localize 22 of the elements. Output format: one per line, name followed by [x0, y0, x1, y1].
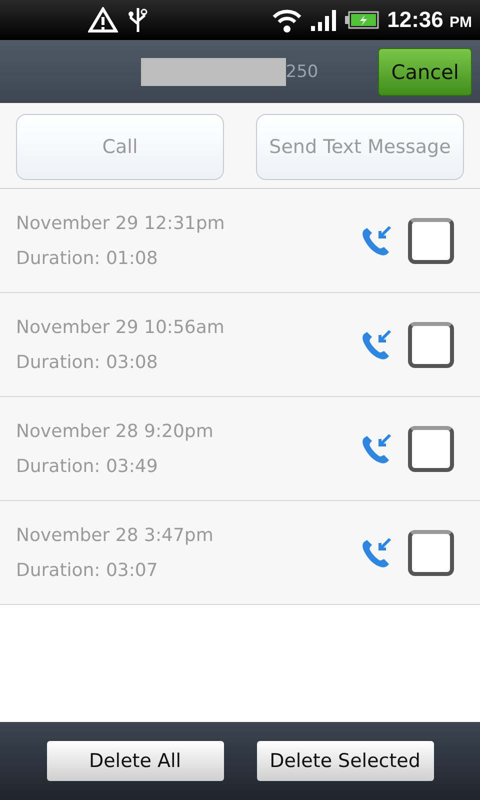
contact-title: 250 [286, 62, 318, 82]
call-duration: Duration: 01:08 [16, 248, 159, 268]
checkbox[interactable] [408, 218, 454, 264]
call-duration: Duration: 03:08 [16, 352, 159, 372]
delete-button[interactable]: Delete All [46, 741, 224, 781]
call-date: November 29 12:31pm [16, 212, 226, 234]
clock: 12:36 PM [387, 7, 472, 33]
cancel-button[interactable]: Cancel [378, 48, 472, 96]
delete-button[interactable]: Delete Selected [256, 741, 434, 781]
usb-icon [128, 6, 148, 34]
call-date: November 28 3:47pm [16, 524, 214, 546]
call-duration: Duration: 03:49 [16, 456, 159, 476]
call-date: November 29 10:56am [16, 316, 226, 338]
checkbox[interactable] [408, 530, 454, 576]
wifi-icon [271, 7, 304, 33]
warning-icon [88, 7, 118, 33]
signal-icon [311, 8, 338, 32]
battery-icon [345, 11, 380, 29]
call-date: November 28 9:20pm [16, 420, 214, 442]
checkbox[interactable] [408, 322, 454, 368]
call-duration: Duration: 03:07 [16, 560, 159, 580]
checkbox[interactable] [408, 426, 454, 472]
